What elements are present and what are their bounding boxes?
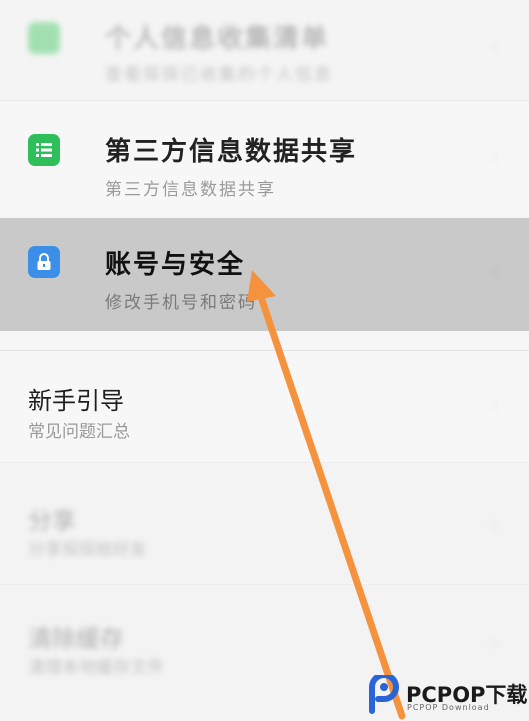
pcpop-logo-icon [369,675,399,714]
watermark-sub: PCPOP Download [407,703,490,712]
watermark-logo: PCPOP下载 PCPOP Download [366,672,527,718]
annotation-arrow [247,270,406,720]
